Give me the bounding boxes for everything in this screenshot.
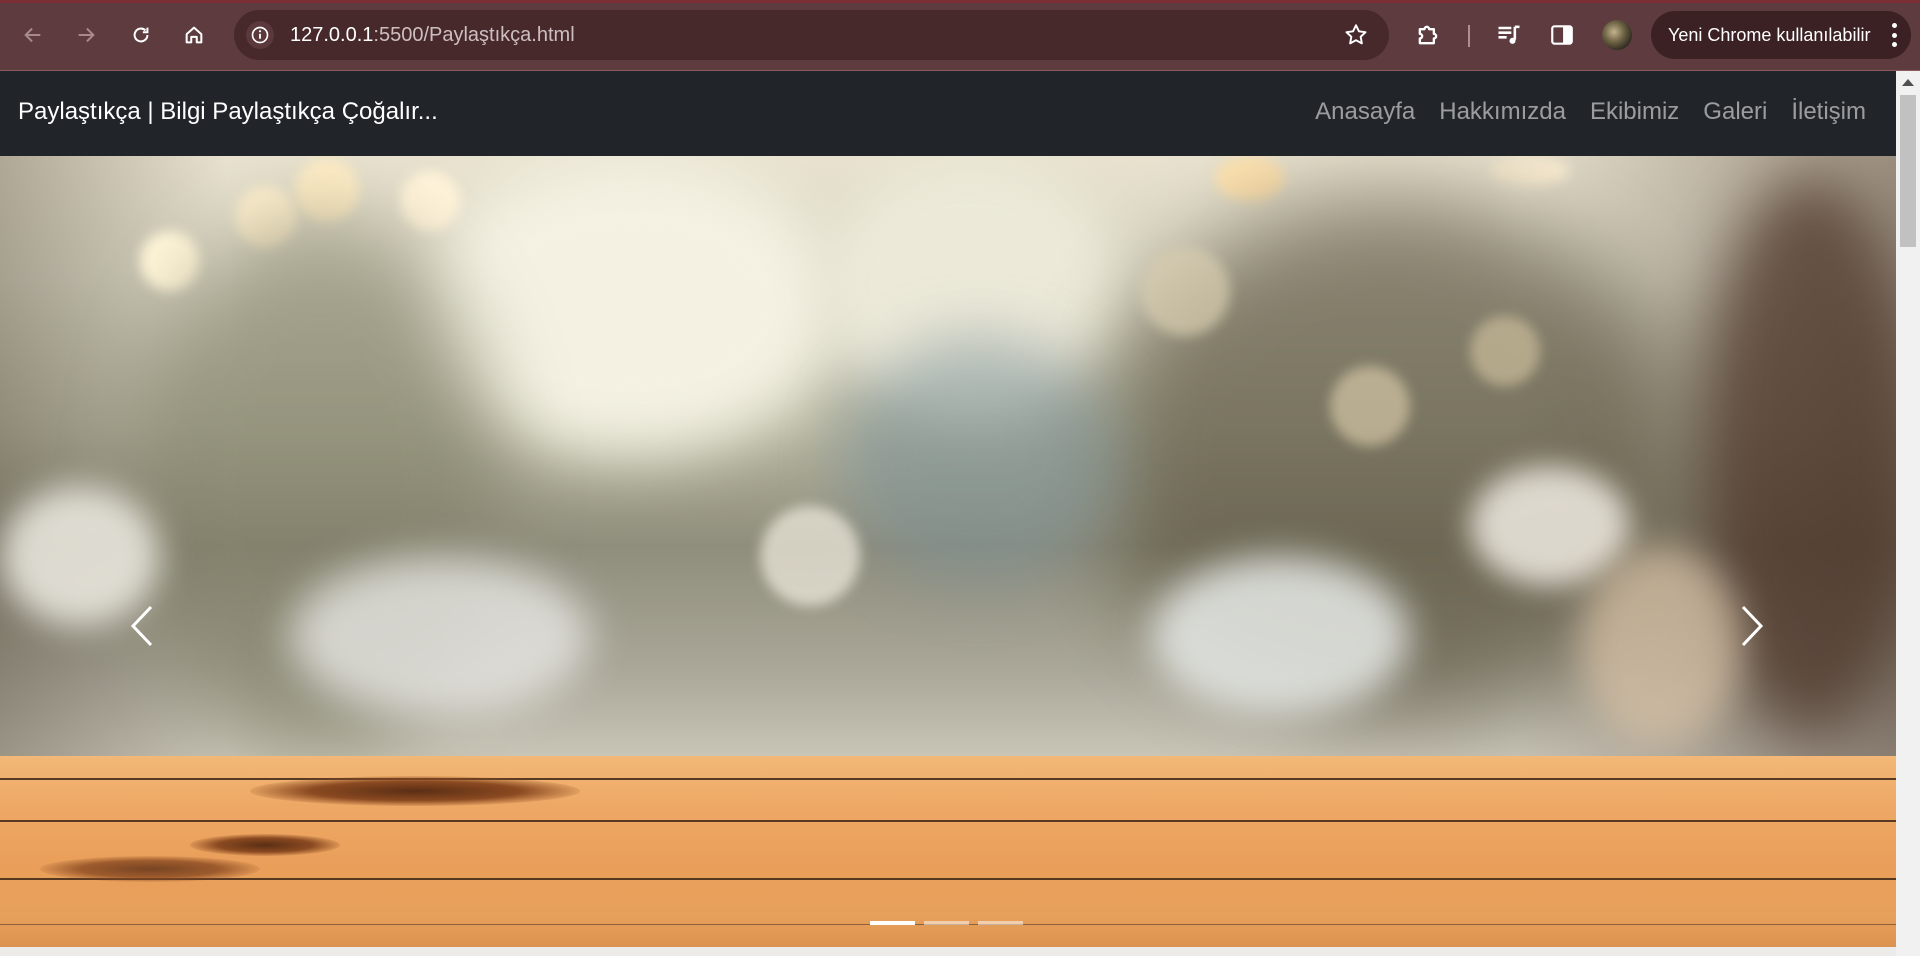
scroll-up-arrow-icon[interactable] [1902,79,1914,86]
url-text[interactable]: 127.0.0.1:5500/Paylaştıkça.html [290,24,575,47]
home-icon [185,26,203,44]
nav-link-hakkimizda[interactable]: Hakkımızda [1439,98,1566,126]
chevron-left-icon [130,605,153,647]
navbar-menu: Anasayfa Hakkımızda Ekibimiz Galeri İlet… [1315,98,1866,126]
navbar-brand[interactable]: Paylaştıkça | Bilgi Paylaştıkça Çoğalır.… [18,98,438,126]
browser-toolbar: 127.0.0.1:5500/Paylaştıkça.html Yeni Chr… [0,0,1920,71]
site-info-button[interactable] [246,21,274,49]
url-path: :5500/Paylaştıkça.html [373,24,575,46]
carousel-indicators [870,921,1023,925]
url-host: 127.0.0.1 [290,24,374,46]
carousel-wood-tabletop [0,756,1896,956]
home-button[interactable] [177,18,211,52]
carousel-indicator-1[interactable] [870,921,915,925]
star-icon [1345,24,1367,45]
carousel-prev-button[interactable] [112,596,172,656]
nav-link-iletisim[interactable]: İletişim [1791,98,1866,126]
update-label: Yeni Chrome kullanılabilir [1668,25,1871,45]
carousel-slide-image [0,156,1896,756]
scrollbar-thumb[interactable] [1900,95,1916,247]
tab-strip-edge [0,0,1920,3]
site-navbar: Paylaştıkça | Bilgi Paylaştıkça Çoğalır.… [0,71,1896,156]
info-icon [251,26,269,44]
toolbar-divider [1468,25,1470,47]
side-panel-button[interactable] [1547,20,1577,50]
reload-button[interactable] [124,18,158,52]
page-scrollbar[interactable] [1896,71,1920,956]
extensions-button[interactable] [1413,20,1443,50]
arrow-left-icon [24,27,41,43]
media-button[interactable] [1494,20,1524,50]
reload-icon [133,27,149,43]
chrome-update-button[interactable]: Yeni Chrome kullanılabilir [1651,11,1911,59]
puzzle-icon [1418,25,1438,45]
chevron-right-icon [1741,605,1764,647]
hero-carousel [0,156,1896,956]
forward-button[interactable] [69,18,103,52]
page-bottom-edge [0,947,1896,956]
nav-link-galeri[interactable]: Galeri [1703,98,1767,126]
address-bar[interactable]: 127.0.0.1:5500/Paylaştıkça.html [234,10,1389,60]
kebab-menu-icon[interactable] [1891,23,1897,47]
side-panel-icon [1551,25,1573,45]
nav-link-ekibimiz[interactable]: Ekibimiz [1590,98,1679,126]
back-button[interactable] [16,18,50,52]
bookmark-button[interactable] [1343,22,1369,48]
arrow-right-icon [78,27,95,43]
carousel-indicator-2[interactable] [924,921,969,925]
nav-link-anasayfa[interactable]: Anasayfa [1315,98,1415,126]
media-playlist-icon [1498,25,1520,44]
carousel-next-button[interactable] [1722,596,1782,656]
carousel-indicator-3[interactable] [978,921,1023,925]
page-viewport: Paylaştıkça | Bilgi Paylaştıkça Çoğalır.… [0,71,1920,956]
avatar[interactable] [1602,20,1632,50]
